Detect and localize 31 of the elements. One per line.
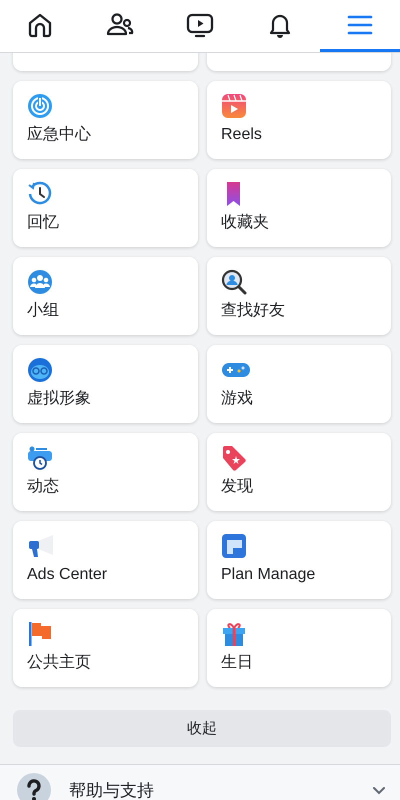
play-icon xyxy=(221,93,247,119)
shortcut-card[interactable]: 游戏 xyxy=(207,345,391,423)
shortcut-card[interactable]: 动态 xyxy=(13,433,198,511)
collapse-button[interactable]: 收起 xyxy=(13,710,391,747)
menu-icon xyxy=(347,12,373,36)
shortcut-card[interactable]: 收藏夹 xyxy=(207,169,391,247)
shortcut-card[interactable]: Reels xyxy=(207,81,391,159)
megaphone-icon xyxy=(27,533,55,559)
group-icon xyxy=(27,269,53,295)
help-row[interactable]: 帮助与支持 xyxy=(0,765,400,800)
shortcut-card[interactable]: 生日 xyxy=(207,609,391,687)
flag-icon xyxy=(27,621,53,647)
shortcut-card[interactable]: 公共主页 xyxy=(13,609,198,687)
clock-icon xyxy=(27,181,53,207)
tag-icon xyxy=(221,445,247,471)
shortcut-card[interactable]: 小组 xyxy=(13,257,198,335)
shortcut-card[interactable]: 应急中心 xyxy=(13,81,198,159)
shortcut-card[interactable]: 查找好友 xyxy=(207,257,391,335)
shortcut-card[interactable]: Plan Manage xyxy=(207,521,391,599)
feed-clock-icon xyxy=(27,445,53,471)
shortcut-card[interactable]: 回忆 xyxy=(13,169,198,247)
help-label: 帮助与支持 xyxy=(69,780,155,800)
search-person-icon xyxy=(221,269,247,295)
help-icon xyxy=(17,773,51,800)
shortcut-card[interactable]: Ads Center xyxy=(13,521,198,599)
avatar-icon xyxy=(27,357,53,383)
power-icon xyxy=(27,93,53,119)
shortcut-card[interactable]: 发现 xyxy=(207,433,391,511)
window-icon xyxy=(221,533,247,559)
shortcut-card[interactable]: 虚拟形象 xyxy=(13,345,198,423)
gift-icon xyxy=(221,621,247,647)
